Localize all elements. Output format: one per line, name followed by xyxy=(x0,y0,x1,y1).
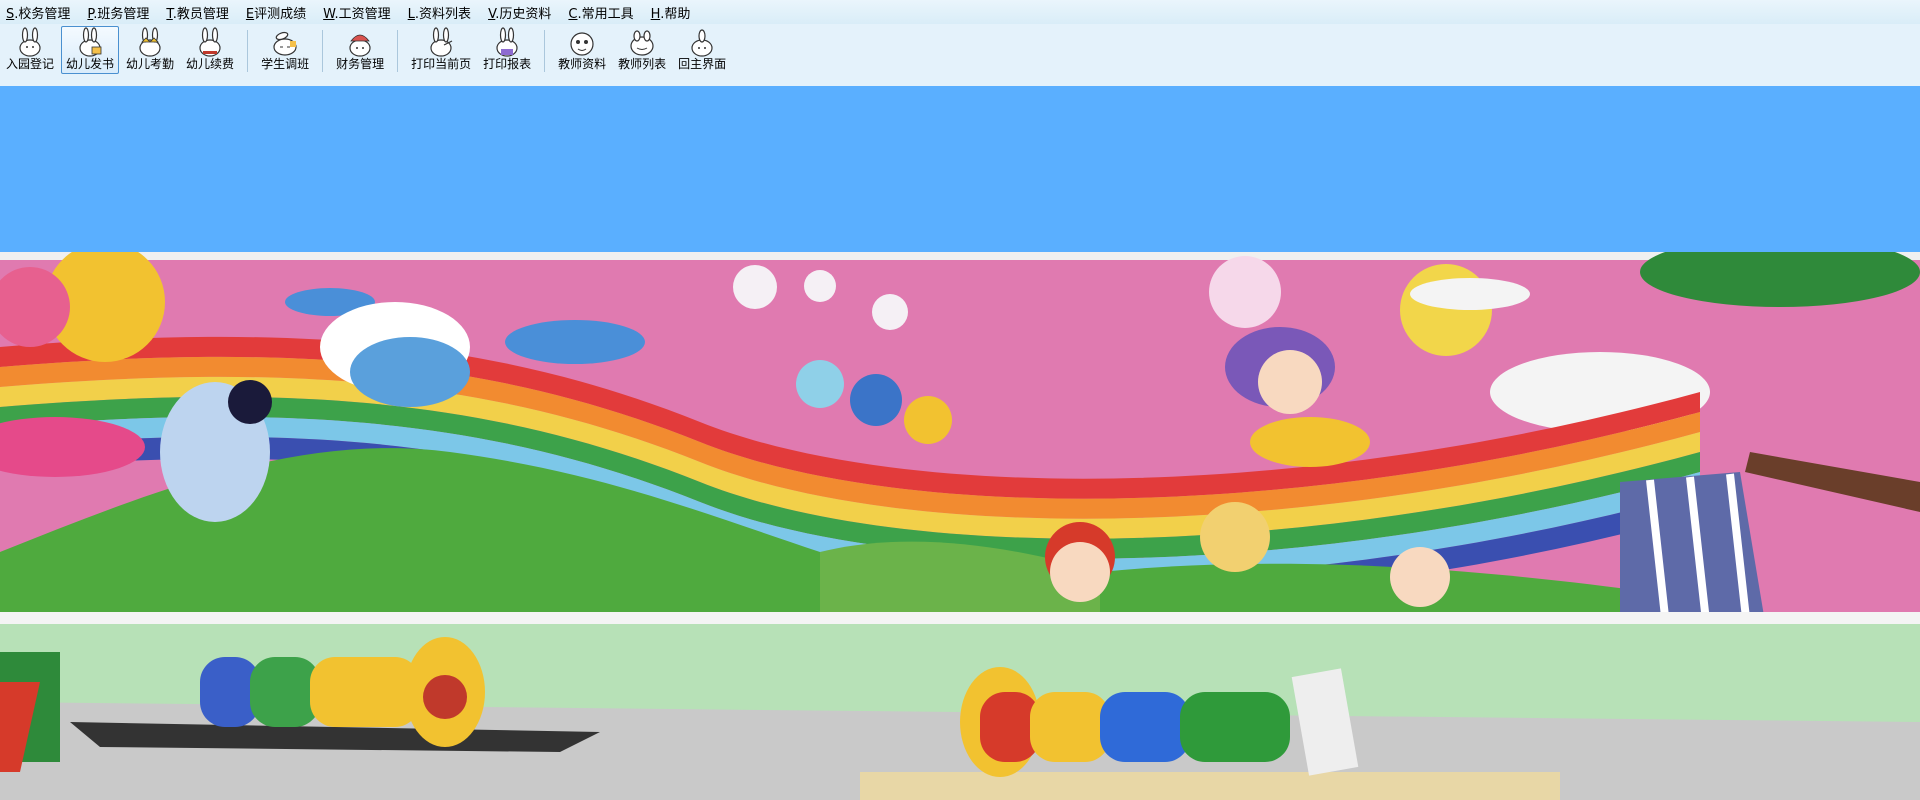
finance-label: 财务管理 xyxy=(336,57,385,71)
menu-evaluation[interactable]: E评测成绩 xyxy=(240,3,317,22)
renew-fee-button[interactable]: 幼儿续费 xyxy=(181,26,239,74)
bunny-sleep-icon xyxy=(273,31,297,56)
menu-history[interactable]: V.历史资料 xyxy=(482,3,562,22)
menu-salary[interactable]: W.工资管理 xyxy=(317,3,402,22)
bunny-icon xyxy=(19,27,41,57)
menu-bar: S.校务管理 P.班务管理 T.教员管理 E评测成绩 W.工资管理 L.资料列表… xyxy=(0,0,1920,24)
renew-fee-label: 幼儿续费 xyxy=(186,57,235,71)
menu-school-affairs[interactable]: S.校务管理 xyxy=(0,3,81,22)
enroll-label: 入园登记 xyxy=(6,57,55,71)
home-label: 回主界面 xyxy=(678,57,727,71)
bunny-print-icon xyxy=(430,27,453,57)
menu-staff[interactable]: T.教员管理 xyxy=(160,3,240,22)
print-page-label: 打印当前页 xyxy=(411,57,472,71)
toolbar-separator xyxy=(544,30,546,72)
bunny-home-icon xyxy=(691,29,713,57)
teacher-info-label: 教师资料 xyxy=(558,57,607,71)
print-page-button[interactable]: 打印当前页 xyxy=(406,26,476,74)
menu-help[interactable]: H.帮助 xyxy=(645,3,702,22)
mural-illustration xyxy=(0,252,1920,800)
home-button[interactable]: 回主界面 xyxy=(673,26,731,74)
menu-tools[interactable]: C.常用工具 xyxy=(562,3,644,22)
print-report-label: 打印报表 xyxy=(483,57,532,71)
toolbar-separator xyxy=(397,30,399,72)
transfer-class-button[interactable]: 学生调班 xyxy=(256,26,314,74)
issue-books-button[interactable]: 幼儿发书 xyxy=(61,26,120,74)
bunny-crown-icon xyxy=(139,27,161,57)
toolbar: 入园登记 幼儿发书 幼儿考勤 幼儿续费 学生调班 财务管理 打印当前页 打印报表… xyxy=(0,24,1920,105)
teacher-list-button[interactable]: 教师列表 xyxy=(613,26,671,74)
bunny-list-icon xyxy=(630,30,654,56)
menu-class-affairs[interactable]: P.班务管理 xyxy=(81,3,160,22)
bunny-face-icon xyxy=(570,32,594,56)
attendance-button[interactable]: 幼儿考勤 xyxy=(121,26,179,74)
toolbar-separator xyxy=(247,30,249,72)
print-report-button[interactable]: 打印报表 xyxy=(478,26,536,74)
transfer-class-label: 学生调班 xyxy=(261,57,310,71)
bunny-hat-icon xyxy=(349,34,371,57)
toolbar-separator xyxy=(322,30,324,72)
bunny-book-icon xyxy=(79,27,102,57)
attendance-label: 幼儿考勤 xyxy=(126,57,175,71)
finance-button[interactable]: 财务管理 xyxy=(331,26,389,74)
bunny-report-icon xyxy=(496,27,518,57)
menu-data-list[interactable]: L.资料列表 xyxy=(402,3,482,22)
kindergarten-mural-image xyxy=(0,252,1920,800)
bunny-money-icon xyxy=(199,27,221,57)
enroll-button[interactable]: 入园登记 xyxy=(1,26,59,74)
teacher-list-label: 教师列表 xyxy=(618,57,667,71)
issue-books-label: 幼儿发书 xyxy=(66,57,115,71)
teacher-info-button[interactable]: 教师资料 xyxy=(553,26,611,74)
desktop-area xyxy=(0,86,1920,252)
